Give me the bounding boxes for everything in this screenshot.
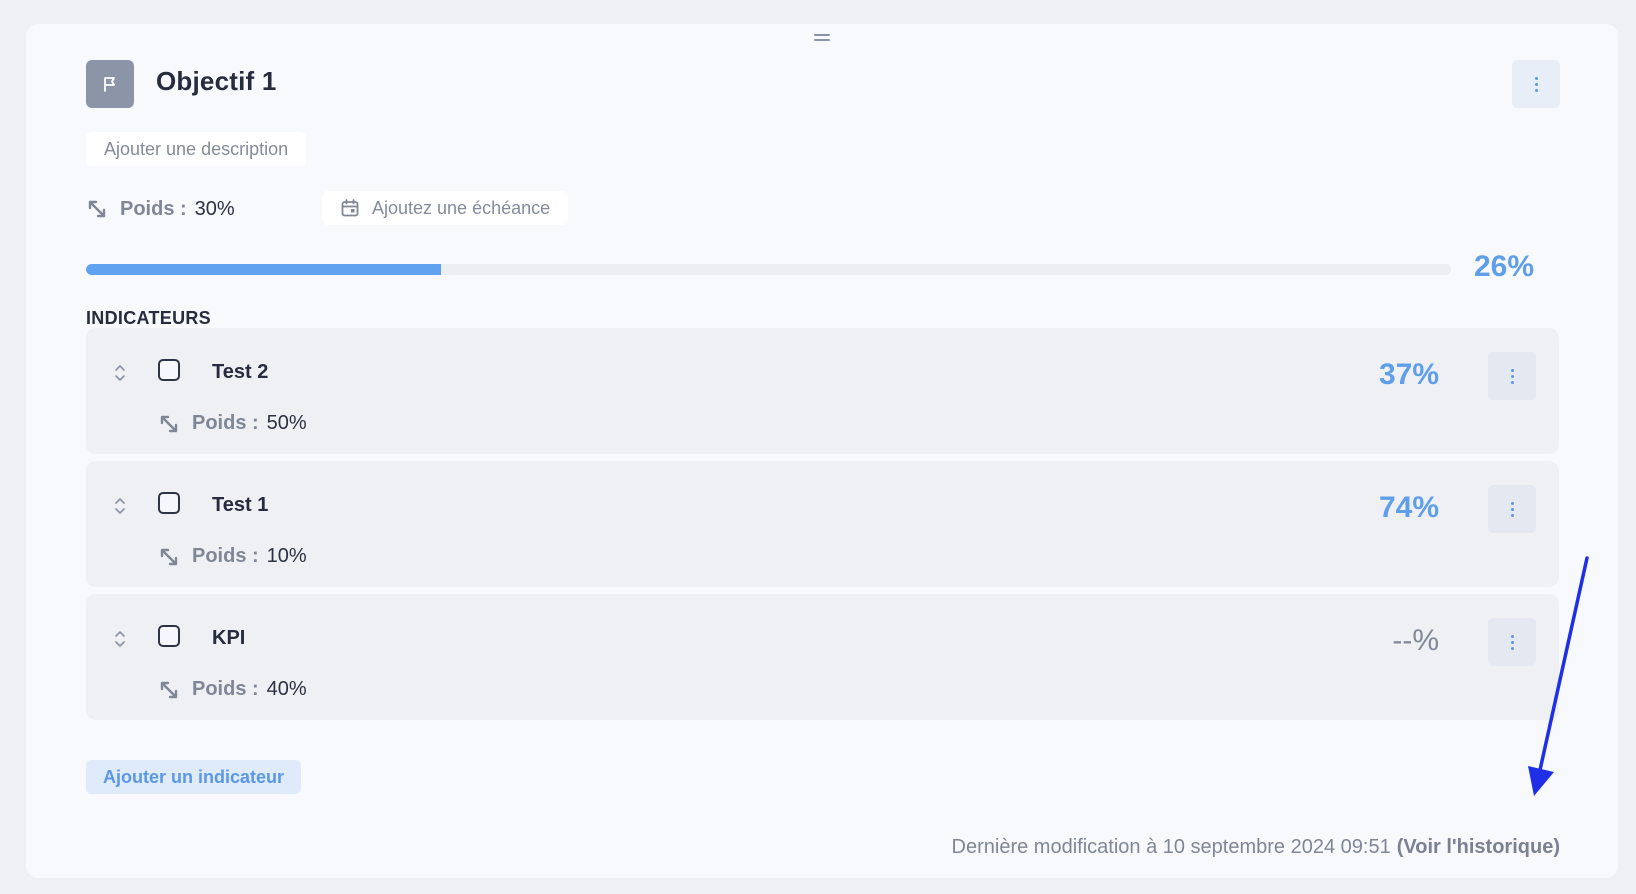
indicator-more-button[interactable]	[1488, 352, 1536, 400]
weight-label: Poids :	[192, 545, 259, 567]
flag-icon	[104, 77, 115, 92]
weight-resize-icon	[160, 681, 178, 698]
weight-resize-icon	[160, 415, 178, 432]
objective-progress-bar	[86, 264, 1451, 275]
objective-flag-badge	[86, 60, 134, 108]
add-indicator-button[interactable]: Ajouter un indicateur	[86, 760, 302, 794]
last-modified-text: Dernière modification à 10 septembre 202…	[951, 836, 1391, 858]
weight-value: 10%	[266, 545, 307, 567]
indicator-more-button[interactable]	[1488, 618, 1536, 666]
indicator-more-button[interactable]	[1488, 485, 1536, 533]
more-vertical-icon	[1510, 501, 1514, 517]
indicator-weight[interactable]: Poids : 50%	[158, 412, 307, 435]
sort-updown-icon[interactable]	[114, 495, 126, 517]
objective-more-button[interactable]	[1512, 60, 1560, 108]
weight-resize-icon	[88, 200, 106, 218]
last-modified-footer: Dernière modification à 10 septembre 202…	[952, 836, 1560, 859]
add-deadline-button[interactable]: Ajoutez une échéance	[322, 191, 569, 225]
indicator-name[interactable]: KPI	[212, 627, 245, 650]
indicator-weight[interactable]: Poids : 40%	[158, 678, 307, 701]
objective-progress-fill	[86, 264, 441, 275]
indicator-card: KPI Poids : 40% --%	[86, 594, 1559, 720]
more-vertical-icon	[1534, 76, 1538, 92]
indicator-checkbox[interactable]	[158, 492, 180, 514]
weight-value: 30%	[194, 197, 235, 220]
weight-resize-icon	[160, 548, 178, 565]
weight-value: 50%	[266, 412, 307, 434]
indicator-card: Test 2 Poids : 50% 37%	[86, 328, 1559, 454]
deadline-placeholder: Ajoutez une échéance	[372, 197, 551, 218]
weight-label: Poids :	[120, 197, 187, 220]
more-vertical-icon	[1510, 368, 1514, 384]
weight-value: 40%	[266, 678, 307, 700]
weight-label: Poids :	[192, 678, 259, 700]
objective-weight[interactable]: Poids : 30%	[86, 192, 235, 226]
more-vertical-icon	[1510, 634, 1514, 650]
indicator-card: Test 1 Poids : 10% 74%	[86, 461, 1559, 587]
calendar-icon	[341, 199, 359, 217]
indicator-name[interactable]: Test 2	[212, 361, 268, 384]
add-description-button[interactable]: Ajouter une description	[86, 132, 307, 166]
indicator-checkbox[interactable]	[158, 359, 180, 381]
view-history-link[interactable]: (Voir l'historique)	[1397, 836, 1560, 859]
indicator-percent: 74%	[1378, 491, 1439, 524]
sort-updown-icon[interactable]	[114, 628, 126, 650]
indicator-name[interactable]: Test 1	[212, 494, 268, 517]
indicators-section-title: INDICATEURS	[86, 308, 211, 328]
indicator-percent: --%	[1392, 624, 1439, 657]
drag-handle-icon[interactable]	[814, 34, 830, 42]
weight-label: Poids :	[192, 412, 259, 434]
objective-progress-percent: 26%	[1474, 250, 1535, 283]
indicator-percent: 37%	[1378, 358, 1439, 391]
indicator-weight[interactable]: Poids : 10%	[158, 545, 307, 568]
objective-title[interactable]: Objectif 1	[156, 66, 276, 97]
sort-updown-icon[interactable]	[114, 362, 126, 384]
objective-card: Objectif 1 Ajouter une description Poids…	[26, 24, 1618, 878]
indicator-checkbox[interactable]	[158, 625, 180, 647]
